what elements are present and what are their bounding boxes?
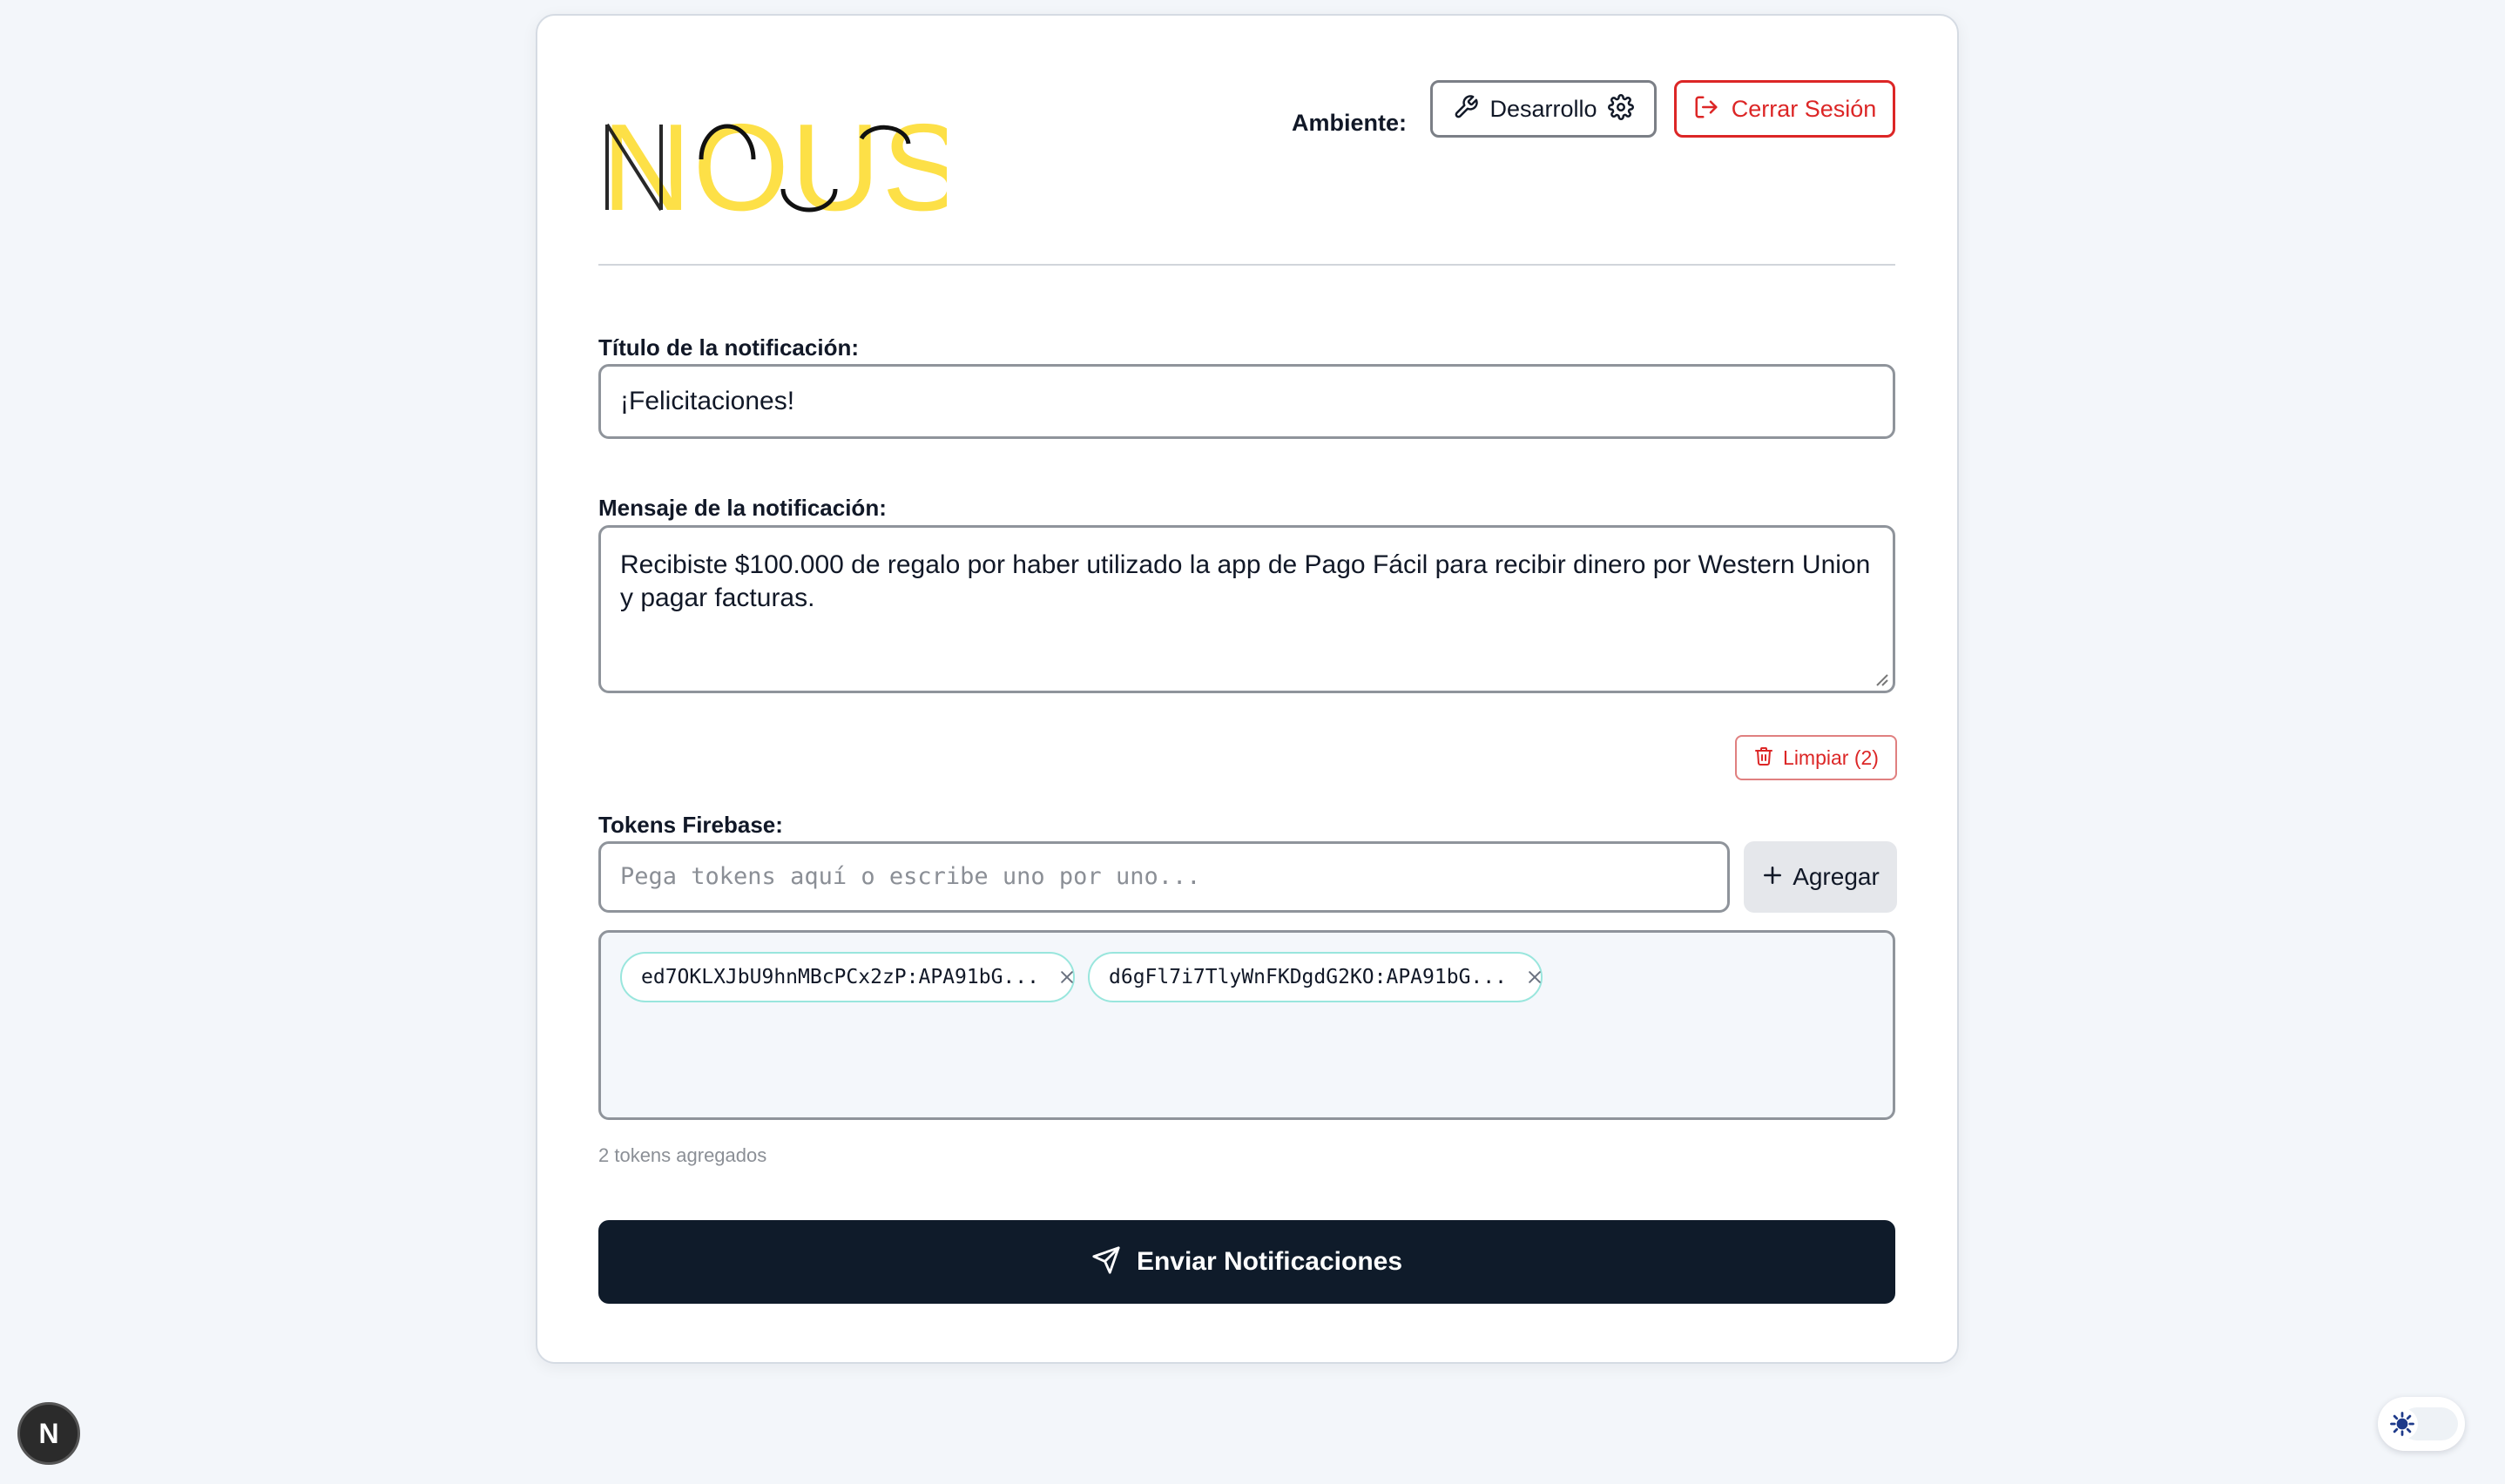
nous-logo: NOUS°: [602, 98, 947, 229]
sun-icon: [2387, 1408, 2418, 1440]
clear-tokens-label: Limpiar (2): [1783, 745, 1879, 769]
notification-card: NOUS° Ambiente: Desarrollo Ce: [536, 14, 1959, 1364]
trash-icon: [1753, 745, 1774, 771]
clear-tokens-button[interactable]: Limpiar (2): [1735, 735, 1897, 780]
add-token-label: Agregar: [1793, 863, 1880, 890]
send-notifications-label: Enviar Notificaciones: [1136, 1247, 1403, 1276]
log-out-icon: [1693, 94, 1719, 125]
tokens-count: 2 tokens agregados: [598, 1144, 767, 1166]
send-icon: [1091, 1245, 1121, 1279]
title-label: Título de la notificación:: [598, 334, 859, 361]
environment-button-label: Desarrollo: [1489, 95, 1597, 122]
title-input[interactable]: ¡Felicitaciones!: [598, 364, 1895, 439]
environment-button[interactable]: Desarrollo: [1430, 80, 1657, 138]
logout-button[interactable]: Cerrar Sesión: [1674, 80, 1895, 138]
plus-icon: [1761, 864, 1784, 891]
token-chip-label: ed7OKLXJbU9hnMBcPCx2zP:APA91bG...: [641, 966, 1039, 988]
logo-text: NOUS°: [602, 98, 947, 229]
token-chip: d6gFl7i7TlyWnFKDgdG2KO:APA91bG...: [1088, 952, 1543, 1002]
add-token-button[interactable]: Agregar: [1744, 841, 1897, 913]
token-list: ed7OKLXJbU9hnMBcPCx2zP:APA91bG... d6gFl7…: [598, 930, 1895, 1120]
close-icon[interactable]: [1058, 968, 1076, 986]
resize-handle-icon[interactable]: [1872, 670, 1889, 687]
gear-icon: [1607, 93, 1634, 125]
env-label: Ambiente:: [1291, 110, 1407, 136]
token-chip: ed7OKLXJbU9hnMBcPCx2zP:APA91bG...: [620, 952, 1075, 1002]
header-divider: [598, 264, 1895, 266]
send-notifications-button[interactable]: Enviar Notificaciones: [598, 1220, 1895, 1304]
wrench-icon: [1453, 94, 1479, 125]
tokens-label: Tokens Firebase:: [598, 812, 783, 838]
logout-button-label: Cerrar Sesión: [1731, 95, 1877, 122]
token-input[interactable]: Pega tokens aquí o escribe uno por uno..…: [598, 841, 1730, 913]
message-text: Recibiste $100.000 de regalo por haber u…: [620, 550, 1871, 612]
theme-toggle[interactable]: [2378, 1397, 2465, 1451]
token-chip-label: d6gFl7i7TlyWnFKDgdG2KO:APA91bG...: [1109, 966, 1507, 988]
close-icon[interactable]: [1526, 968, 1543, 986]
message-textarea[interactable]: Recibiste $100.000 de regalo por haber u…: [598, 525, 1895, 693]
next-dev-indicator[interactable]: N: [17, 1402, 80, 1465]
message-label: Mensaje de la notificación:: [598, 495, 887, 521]
